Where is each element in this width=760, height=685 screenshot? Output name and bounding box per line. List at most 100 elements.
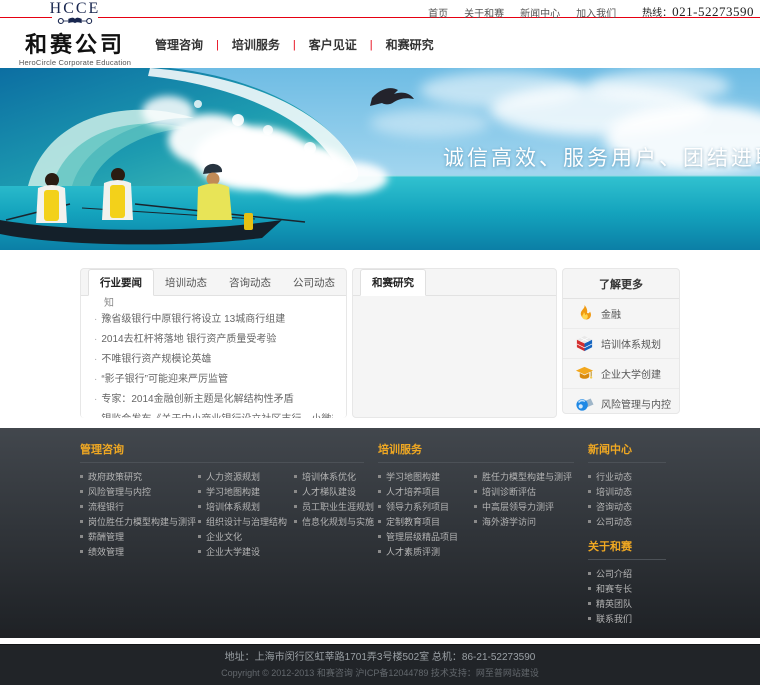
learn-more-item[interactable]: 金融 (563, 299, 679, 329)
footer-section-columns: 学习地图构建人才培养项目领导力系列项目定制教育项目管理层级精品项目人才素质评测胜… (378, 470, 588, 560)
news-tabs: 行业要闻培训动态咨询动态公司动态 (81, 269, 346, 296)
footer-link-label: 行业动态 (596, 472, 632, 482)
square-bullet-icon (378, 550, 381, 553)
tab-hecsai-research[interactable]: 和赛研究 (360, 269, 426, 296)
footer-link[interactable]: 岗位胜任力模型构建与测评 (80, 515, 198, 530)
main-nav: 管理咨询|培训服务|客户见证|和赛研究 (142, 36, 447, 53)
main-nav-item[interactable]: 培训服务 (219, 36, 293, 53)
footer-link-label: 岗位胜任力模型构建与测评 (88, 517, 196, 527)
footer-link[interactable]: 薪酬管理 (80, 530, 198, 545)
logo-glasses-book-icon (52, 16, 98, 26)
utility-nav-item[interactable]: 新闻中心 (520, 5, 560, 20)
tab-company-news[interactable]: 公司动态 (282, 270, 346, 295)
footer-link[interactable]: 领导力系列项目 (378, 500, 474, 515)
content-row: 行业要闻培训动态咨询动态公司动态 知·豫省级银行中原银行将设立 13城商行组建·… (80, 268, 680, 418)
footer-link[interactable]: 企业大学建设 (198, 545, 294, 560)
footer-link[interactable]: 行业动态 (588, 470, 680, 485)
footer-link-label: 风险管理与内控 (88, 487, 151, 497)
footer-link[interactable]: 培训动态 (588, 485, 680, 500)
footer-bottom-bar: 地址：上海市闵行区虹莘路1701弄3号楼502室 总机：86-21-522735… (0, 644, 760, 685)
learn-more-item-label: 培训体系规划 (601, 336, 661, 351)
square-bullet-icon (378, 505, 381, 508)
research-panel: 和赛研究 (352, 268, 557, 418)
footer-link[interactable]: 公司动态 (588, 515, 680, 530)
footer-link[interactable]: 人才培养项目 (378, 485, 474, 500)
news-item[interactable]: ·银监会发布《关于中小商业银行设立社区支行、小微支行有关事项的通 (94, 410, 333, 418)
tab-training-news[interactable]: 培训动态 (154, 270, 218, 295)
news-item-text: “影子银行”可能迎来严厉监管 (101, 374, 228, 385)
footer-link[interactable]: 政府政策研究 (80, 470, 198, 485)
footer-link-label: 公司动态 (596, 517, 632, 527)
footer-link[interactable]: 培训体系优化 (294, 470, 378, 485)
news-item[interactable]: ·不唯银行资产规模论英雄 (94, 350, 333, 370)
research-content-empty (353, 296, 556, 417)
footer-link[interactable]: 咨询动态 (588, 500, 680, 515)
footer-link[interactable]: 管理层级精品项目 (378, 530, 474, 545)
footer-subcolumn: 人力资源规划学习地图构建培训体系规划组织设计与治理结构企业文化企业大学建设 (198, 470, 294, 560)
footer-link[interactable]: 定制教育项目 (378, 515, 474, 530)
square-bullet-icon (588, 572, 591, 575)
footer-subcolumn: 胜任力模型构建与测评培训诊断评估中高层领导力测评海外游学访问 (474, 470, 588, 560)
footer-link[interactable]: 公司介绍 (588, 567, 680, 582)
footer-link[interactable]: 员工职业生涯规划 (294, 500, 378, 515)
learn-more-item[interactable]: 企业大学创建 (563, 359, 679, 389)
utility-nav-item[interactable]: 加入我们 (576, 5, 616, 20)
utility-nav-item[interactable]: 关于和赛 (464, 5, 504, 20)
footer-link[interactable]: 培训体系规划 (198, 500, 294, 515)
square-bullet-icon (198, 550, 201, 553)
square-bullet-icon (80, 520, 83, 523)
footer-link-label: 培训体系规划 (206, 502, 260, 512)
corporate-university-icon (575, 364, 594, 383)
learn-more-item[interactable]: 风险管理与内控 (563, 389, 679, 418)
footer-link-label: 培训诊断评估 (482, 487, 536, 497)
footer-link[interactable]: 组织设计与治理结构 (198, 515, 294, 530)
footer-column-news-about: 新闻中心行业动态培训动态咨询动态公司动态关于和赛公司介绍和赛专长精英团队联系我们 (588, 441, 680, 635)
utility-nav-item[interactable]: 首页 (428, 5, 448, 20)
logo-company-name: 和赛公司 (16, 33, 134, 57)
footer-link[interactable]: 学习地图构建 (198, 485, 294, 500)
footer-link[interactable]: 企业文化 (198, 530, 294, 545)
square-bullet-icon (294, 505, 297, 508)
learn-more-item[interactable]: 培训体系规划 (563, 329, 679, 359)
logo[interactable]: HCCE 和赛公司 HeroCircle Corporate Education (16, 0, 134, 67)
footer-link[interactable]: 海外游学访问 (474, 515, 588, 530)
footer-link[interactable]: 培训诊断评估 (474, 485, 588, 500)
footer-link-label: 海外游学访问 (482, 517, 536, 527)
footer-link[interactable]: 人力资源规划 (198, 470, 294, 485)
footer-link-label: 培训体系优化 (302, 472, 356, 482)
footer-link[interactable]: 风险管理与内控 (80, 485, 198, 500)
footer-section: 新闻中心行业动态培训动态咨询动态公司动态 (588, 441, 680, 530)
footer-link-label: 信息化规划与实施 (302, 517, 374, 527)
footer-link[interactable]: 中高层领导力测评 (474, 500, 588, 515)
news-item[interactable]: ·专家：2014金融创新主题是化解结构性矛盾 (94, 390, 333, 410)
footer-section-title: 管理咨询 (80, 441, 364, 463)
footer-link[interactable]: 人才素质评测 (378, 545, 474, 560)
footer-link[interactable]: 人才梯队建设 (294, 485, 378, 500)
news-item[interactable]: ·2014去杠杆将落地 银行资产质量受考验 (94, 330, 333, 350)
tab-consulting-news[interactable]: 咨询动态 (218, 270, 282, 295)
footer-link-label: 精英团队 (596, 599, 632, 609)
footer-section-columns: 政府政策研究风险管理与内控流程银行岗位胜任力模型构建与测评薪酬管理绩效管理人力资… (80, 470, 378, 560)
risk-control-icon (575, 394, 594, 413)
news-panel: 行业要闻培训动态咨询动态公司动态 知·豫省级银行中原银行将设立 13城商行组建·… (80, 268, 347, 418)
footer: 管理咨询政府政策研究风险管理与内控流程银行岗位胜任力模型构建与测评薪酬管理绩效管… (0, 428, 760, 638)
news-item[interactable]: ·豫省级银行中原银行将设立 13城商行组建 (94, 310, 333, 330)
footer-link[interactable]: 绩效管理 (80, 545, 198, 560)
footer-link[interactable]: 联系我们 (588, 612, 680, 627)
main-nav-item[interactable]: 和赛研究 (373, 36, 447, 53)
footer-section-columns: 公司介绍和赛专长精英团队联系我们 (588, 567, 680, 627)
footer-link[interactable]: 和赛专长 (588, 582, 680, 597)
footer-subcolumn: 公司介绍和赛专长精英团队联系我们 (588, 567, 680, 627)
footer-link[interactable]: 学习地图构建 (378, 470, 474, 485)
footer-column-training: 培训服务学习地图构建人才培养项目领导力系列项目定制教育项目管理层级精品项目人才素… (378, 441, 588, 635)
square-bullet-icon (80, 475, 83, 478)
main-nav-item[interactable]: 客户见证 (296, 36, 370, 53)
footer-link[interactable]: 信息化规划与实施 (294, 515, 378, 530)
news-item[interactable]: ·“影子银行”可能迎来严厉监管 (94, 370, 333, 390)
footer-link[interactable]: 流程银行 (80, 500, 198, 515)
footer-link[interactable]: 胜任力模型构建与测评 (474, 470, 588, 485)
main-nav-item[interactable]: 管理咨询 (142, 36, 216, 53)
footer-link[interactable]: 精英团队 (588, 597, 680, 612)
square-bullet-icon (474, 520, 477, 523)
tab-industry-news[interactable]: 行业要闻 (88, 269, 154, 296)
